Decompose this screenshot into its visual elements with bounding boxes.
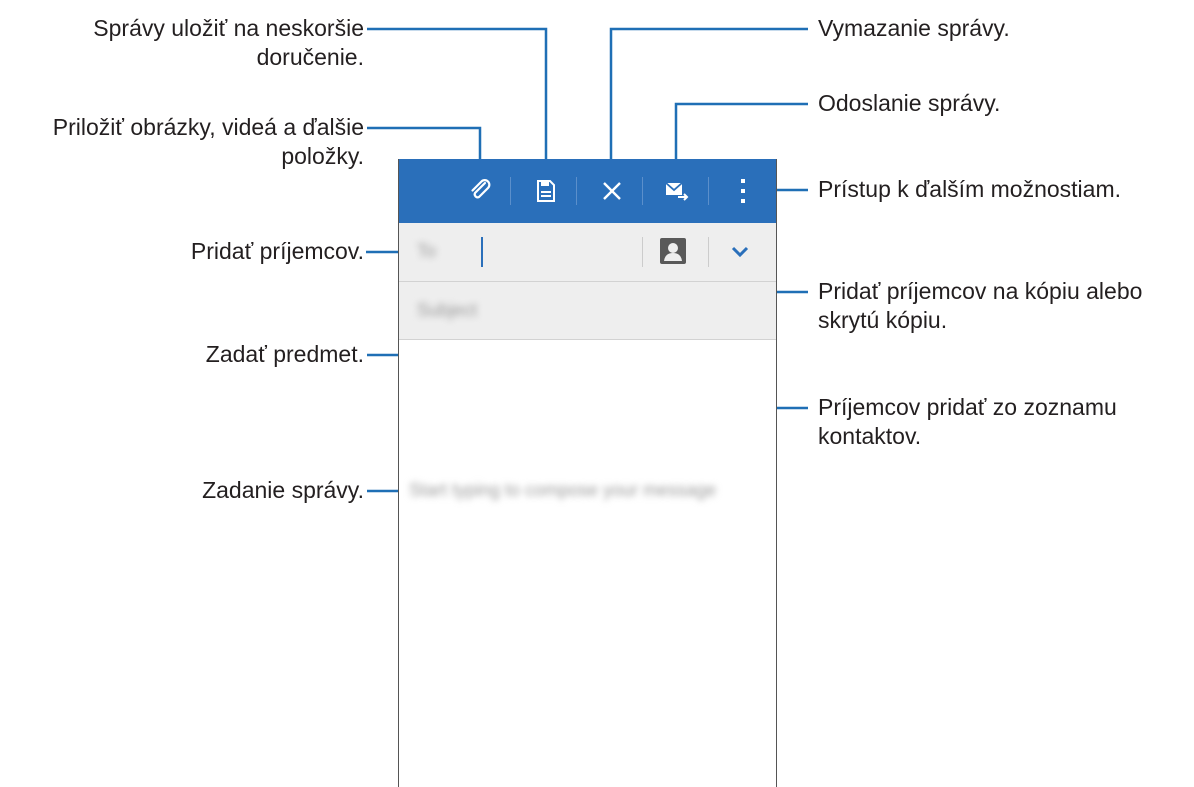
- annotation-cc: Pridať príjemcov na kópiu alebo skrytú k…: [818, 277, 1142, 335]
- annotation-recipients: Pridať príjemcov.: [191, 237, 364, 266]
- annotation-attach-line1: Priložiť obrázky, videá a ďalšie: [52, 114, 364, 140]
- annotation-save-line2: doručenie.: [256, 44, 364, 70]
- annotation-recipients-text: Pridať príjemcov.: [190, 238, 364, 264]
- chevron-down-icon: [731, 246, 749, 258]
- contact-icon: [664, 243, 682, 261]
- annotation-subject: Zadať predmet.: [206, 340, 364, 369]
- annotation-send: Odoslanie správy.: [818, 89, 1000, 118]
- paperclip-icon: [471, 179, 491, 199]
- annotation-contacts-line1: Príjemcov pridať zo zoznamu: [818, 394, 1117, 420]
- to-label: To: [417, 241, 437, 261]
- action-bar: [399, 159, 776, 223]
- recipients-field[interactable]: To: [399, 223, 776, 282]
- email-compose-screen: To Subject Start typing to compose your …: [398, 159, 777, 787]
- leader-save: [367, 27, 548, 178]
- more-options-button[interactable]: [723, 171, 763, 211]
- annotation-body: Zadanie správy.: [202, 476, 364, 505]
- separator: [510, 177, 511, 205]
- annotation-subject-text: Zadať predmet.: [205, 341, 364, 367]
- annotation-send-text: Odoslanie správy.: [818, 90, 1001, 116]
- separator: [708, 237, 709, 267]
- separator: [642, 237, 643, 267]
- separator: [708, 177, 709, 205]
- send-icon: [665, 182, 689, 201]
- annotation-more-text: Prístup k ďalším možnostiam.: [818, 176, 1121, 202]
- message-body-field[interactable]: Start typing to compose your message: [399, 340, 776, 787]
- contacts-button[interactable]: [660, 238, 686, 264]
- subject-field[interactable]: Subject: [399, 282, 776, 340]
- subject-placeholder: Subject: [417, 300, 478, 320]
- overflow-menu-icon: [741, 179, 745, 203]
- annotation-contacts-line2: kontaktov.: [818, 423, 922, 449]
- annotation-more: Prístup k ďalším možnostiam.: [818, 175, 1121, 204]
- text-cursor: [481, 237, 483, 267]
- cc-bcc-expand-button[interactable]: [728, 241, 752, 263]
- separator: [576, 177, 577, 205]
- annotation-body-text: Zadanie správy.: [202, 477, 364, 503]
- annotation-cc-line2: skrytú kópiu.: [818, 307, 948, 333]
- separator: [642, 177, 643, 205]
- close-icon: [603, 182, 621, 200]
- send-button[interactable]: [657, 171, 697, 211]
- annotation-attach-line2: položky.: [281, 143, 364, 169]
- delete-button[interactable]: [592, 171, 632, 211]
- save-icon: [537, 180, 555, 202]
- annotation-attach: Priložiť obrázky, videá a ďalšie položky…: [53, 113, 364, 171]
- annotation-delete-text: Vymazanie správy.: [818, 15, 1010, 41]
- annotation-save: Správy uložiť na neskoršie doručenie.: [93, 14, 364, 72]
- annotation-save-line1: Správy uložiť na neskoršie: [93, 15, 364, 41]
- annotation-contacts: Príjemcov pridať zo zoznamu kontaktov.: [818, 393, 1117, 451]
- annotation-cc-line1: Pridať príjemcov na kópiu alebo: [818, 278, 1143, 304]
- save-button[interactable]: [526, 171, 566, 211]
- annotation-delete: Vymazanie správy.: [818, 14, 1010, 43]
- body-placeholder: Start typing to compose your message: [409, 480, 717, 500]
- attach-button[interactable]: [461, 171, 501, 211]
